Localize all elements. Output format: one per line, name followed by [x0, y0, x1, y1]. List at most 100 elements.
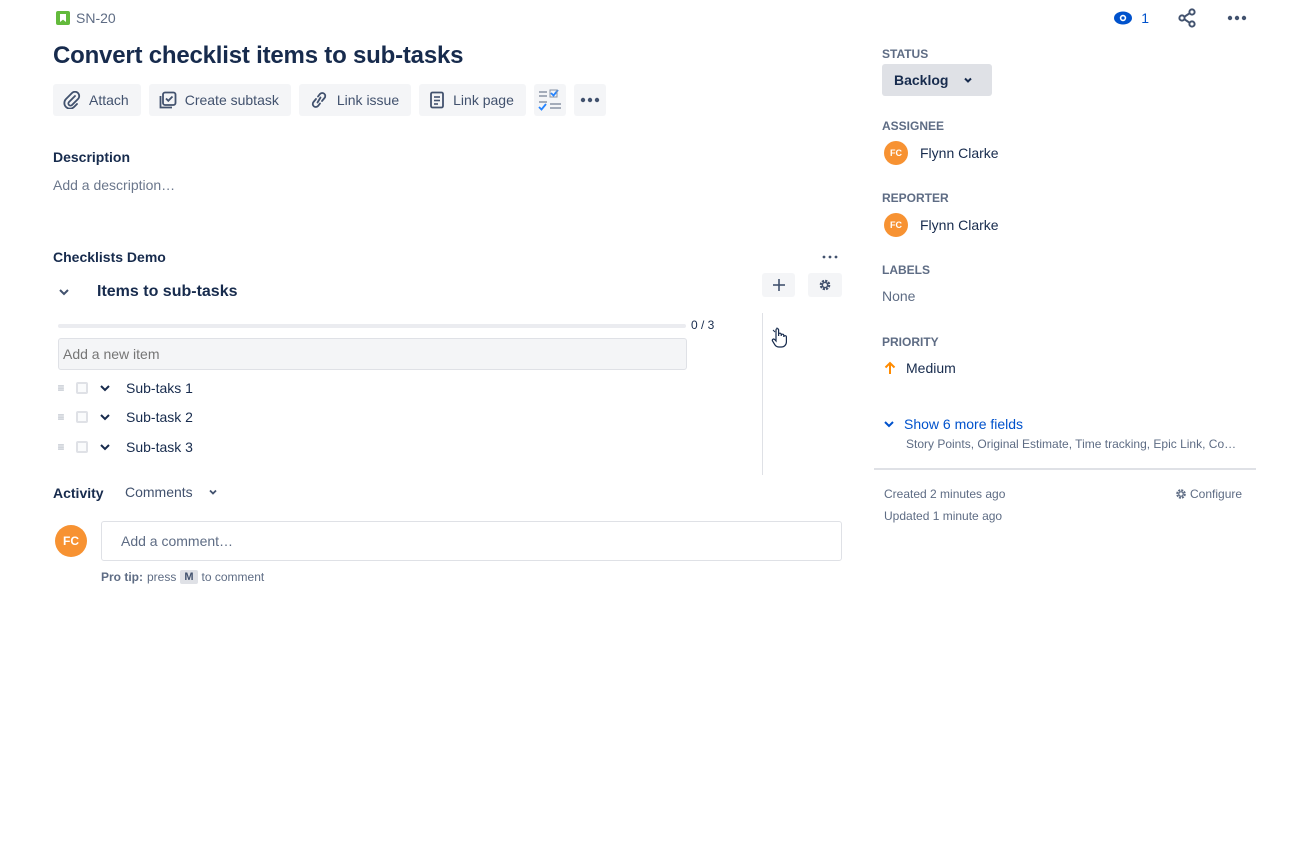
description-field[interactable]: Add a description…	[53, 177, 175, 193]
link-page-button[interactable]: Link page	[419, 84, 526, 116]
breadcrumb: SN-20	[56, 9, 116, 27]
checklist-settings-button[interactable]	[808, 273, 842, 297]
status-dropdown[interactable]: Backlog	[882, 64, 992, 96]
chevron-down-icon	[59, 289, 69, 296]
item-expand-toggle[interactable]	[98, 410, 112, 424]
checklist-collapse-toggle[interactable]	[56, 284, 72, 305]
watchers-count: 1	[1141, 10, 1149, 26]
new-item-input[interactable]	[58, 338, 687, 370]
add-checklist-button[interactable]	[762, 273, 795, 297]
status-label: STATUS	[882, 47, 929, 61]
gear-icon	[819, 279, 831, 291]
issue-title[interactable]: Convert checklist items to sub-tasks	[53, 42, 463, 70]
more-actions-button[interactable]	[1225, 6, 1249, 30]
checklist-more-button[interactable]	[820, 247, 840, 272]
checklist-progress-bar	[58, 324, 686, 328]
reporter-name: Flynn Clarke	[920, 217, 999, 233]
create-subtask-label: Create subtask	[184, 92, 279, 108]
show-more-fields-button[interactable]: Show 6 more fields	[882, 416, 1023, 432]
avatar: FC	[55, 525, 87, 557]
subtask-icon	[159, 91, 177, 109]
description-label: Description	[53, 149, 131, 165]
hand-cursor-icon	[770, 327, 790, 354]
configure-button[interactable]: Configure	[1175, 487, 1242, 501]
more-icon	[580, 97, 600, 103]
checklist-item[interactable]: ≡ Sub-task 3	[56, 436, 193, 458]
drag-handle-icon[interactable]: ≡	[56, 381, 66, 395]
assignee-field[interactable]: FC Flynn Clarke	[884, 141, 999, 165]
drag-handle-icon[interactable]: ≡	[56, 440, 66, 454]
pro-tip-tail: to comment	[201, 570, 265, 584]
keyboard-shortcut: M	[180, 570, 198, 584]
pro-tip-lead: Pro tip:	[101, 570, 143, 584]
item-label: Sub-task 3	[126, 439, 193, 455]
reporter-field[interactable]: FC Flynn Clarke	[884, 213, 999, 237]
activity-filter-dropdown[interactable]: Comments	[125, 484, 219, 500]
attach-label: Attach	[89, 92, 129, 108]
avatar: FC	[884, 141, 908, 165]
updated-timestamp: Updated 1 minute ago	[884, 509, 1003, 523]
link-icon	[311, 92, 326, 108]
activity-label: Activity	[53, 485, 104, 501]
configure-label: Configure	[1190, 487, 1243, 501]
attach-button[interactable]: Attach	[53, 84, 141, 116]
gear-icon	[1176, 489, 1186, 499]
reporter-label: REPORTER	[882, 191, 949, 205]
priority-field[interactable]: Medium	[884, 360, 956, 376]
chevron-down-icon	[100, 414, 110, 421]
plus-icon	[772, 279, 785, 291]
chevron-down-icon	[964, 77, 973, 83]
checklist-button[interactable]	[533, 84, 566, 116]
checklist-icon	[538, 89, 561, 111]
issue-toolbar: Attach Create subtask Link issue Link pa…	[53, 84, 606, 116]
create-subtask-button[interactable]: Create subtask	[148, 84, 291, 116]
share-icon	[1178, 8, 1196, 28]
item-expand-toggle[interactable]	[98, 381, 112, 395]
assignee-name: Flynn Clarke	[920, 145, 999, 161]
created-timestamp: Created 2 minutes ago	[884, 487, 1006, 501]
checklist-item[interactable]: ≡ Sub-taks 1	[56, 377, 193, 399]
link-issue-label: Link issue	[336, 92, 400, 108]
issue-key-link[interactable]: SN-20	[76, 10, 116, 26]
item-checkbox[interactable]	[76, 411, 88, 423]
chevron-down-icon	[884, 421, 894, 428]
labels-field[interactable]: None	[882, 288, 915, 304]
issue-header-actions: 1	[1113, 6, 1249, 30]
checklist-section-title: Checklists Demo	[53, 249, 166, 265]
priority-label: PRIORITY	[882, 335, 939, 349]
checklist-name[interactable]: Items to sub-tasks	[97, 283, 237, 301]
item-label: Sub-taks 1	[126, 380, 193, 396]
chevron-down-icon	[100, 385, 110, 392]
more-icon	[822, 255, 838, 259]
more-toolbar-button[interactable]	[573, 84, 606, 116]
page-icon	[430, 91, 445, 109]
item-checkbox[interactable]	[76, 441, 88, 453]
show-more-fields-label: Show 6 more fields	[904, 416, 1024, 432]
link-page-label: Link page	[453, 92, 514, 108]
assignee-label: ASSIGNEE	[882, 119, 945, 133]
drag-handle-icon[interactable]: ≡	[56, 410, 66, 424]
eye-icon	[1114, 11, 1133, 25]
chevron-down-icon	[100, 444, 110, 451]
watch-button[interactable]: 1	[1113, 10, 1149, 26]
arrow-up-icon	[884, 361, 896, 374]
more-fields-summary: Story Points, Original Estimate, Time tr…	[906, 437, 1237, 451]
pro-tip: Pro tip: press M to comment	[101, 570, 264, 584]
activity-filter-value: Comments	[125, 484, 193, 500]
item-checkbox[interactable]	[76, 382, 88, 394]
more-icon	[1227, 15, 1247, 21]
sidebar-divider	[874, 468, 1256, 470]
checklist-divider	[762, 313, 763, 475]
share-button[interactable]	[1175, 6, 1199, 30]
story-icon	[56, 11, 70, 25]
item-label: Sub-task 2	[126, 409, 193, 425]
comment-input[interactable]: Add a comment…	[101, 521, 842, 561]
priority-value: Medium	[906, 360, 956, 376]
checklist-progress-count: 0 / 3	[691, 318, 715, 332]
item-expand-toggle[interactable]	[98, 440, 112, 454]
link-issue-button[interactable]: Link issue	[298, 84, 412, 116]
pro-tip-press: press	[147, 570, 177, 584]
status-value: Backlog	[894, 72, 949, 88]
avatar: FC	[884, 213, 908, 237]
checklist-item[interactable]: ≡ Sub-task 2	[56, 406, 193, 428]
